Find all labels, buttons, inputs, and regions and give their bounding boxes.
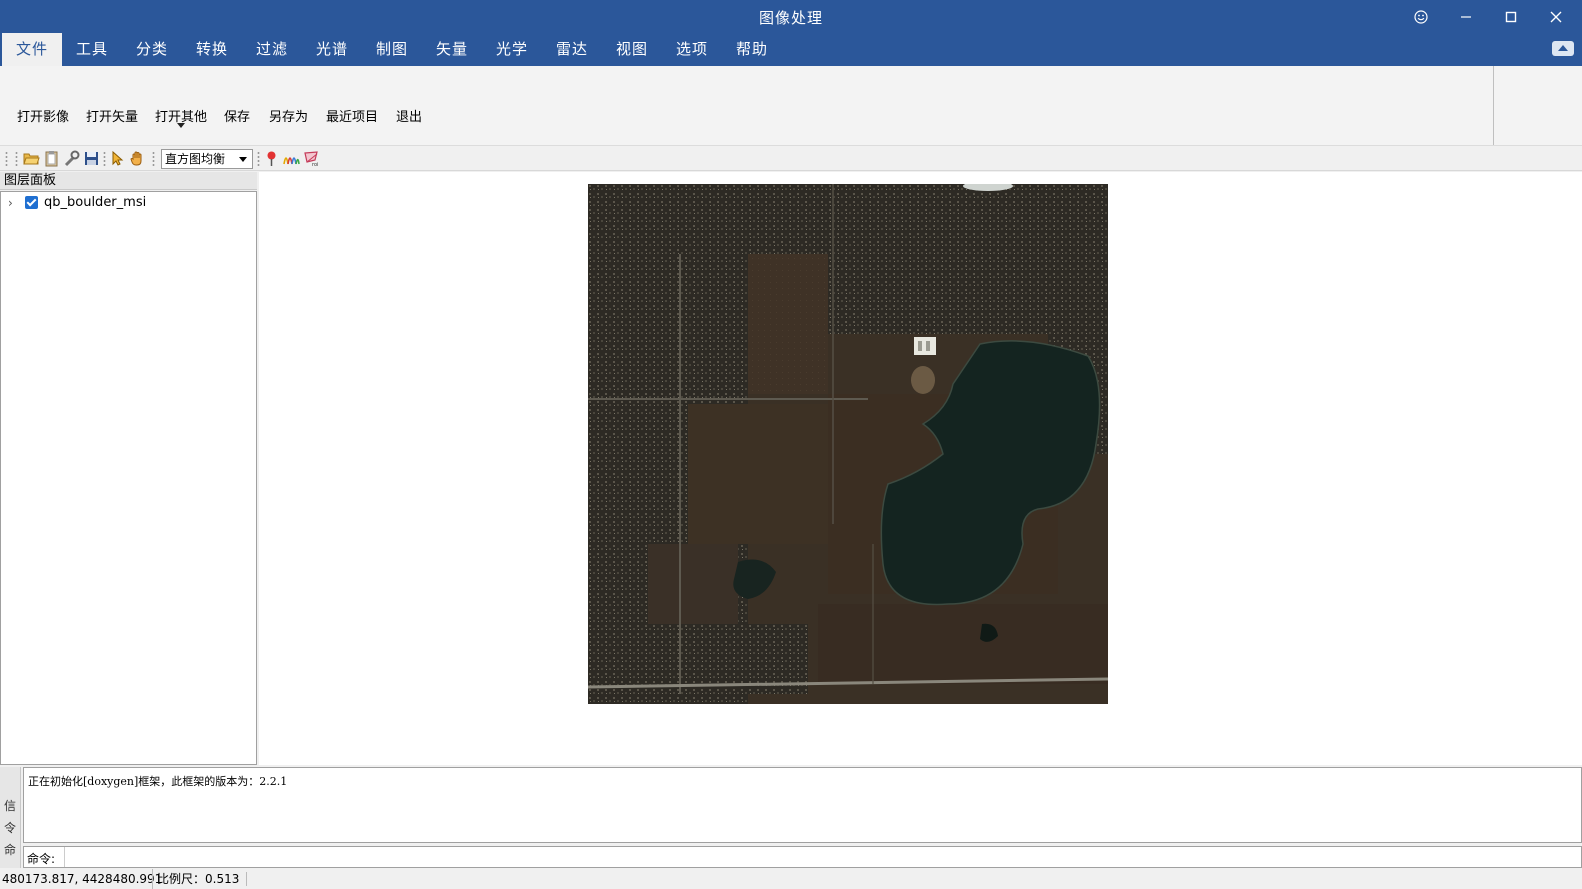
minimize-icon[interactable] bbox=[1443, 0, 1488, 33]
toolbar-grip[interactable] bbox=[257, 151, 260, 167]
toolbar-grip[interactable] bbox=[5, 151, 8, 167]
console-output[interactable]: 正在初始化[doxygen]框架，此框架的版本为：2.2.1 bbox=[23, 767, 1582, 843]
command-input[interactable] bbox=[64, 847, 1579, 867]
console-output-line: 正在初始化[doxygen]框架，此框架的版本为：2.2.1 bbox=[28, 775, 288, 788]
stretch-select[interactable]: 直方图均衡 bbox=[161, 149, 253, 169]
layer-tree: › qb_boulder_msi bbox=[0, 191, 257, 765]
feedback-smiley-icon[interactable] bbox=[1398, 0, 1443, 33]
tab-radar[interactable]: 雷达 bbox=[542, 33, 602, 66]
save-button[interactable]: 保存 bbox=[224, 106, 250, 125]
collapse-ribbon-icon[interactable] bbox=[1552, 41, 1574, 56]
tab-options[interactable]: 选项 bbox=[662, 33, 722, 66]
status-bar: 480173.817, 4428480.991 比例尺：0.513 bbox=[0, 869, 1582, 889]
pointer-icon[interactable] bbox=[109, 150, 126, 167]
command-prompt-label: 命令: bbox=[27, 852, 56, 866]
tab-classify[interactable]: 分类 bbox=[122, 33, 182, 66]
pin-marker-icon[interactable] bbox=[263, 150, 280, 167]
main-toolbar: 直方图均衡 roi bbox=[0, 147, 1582, 171]
window-title: 图像处理 bbox=[758, 9, 823, 27]
ribbon-divider bbox=[1493, 66, 1494, 145]
tab-view[interactable]: 视图 bbox=[602, 33, 662, 66]
menu-tab-bar: 文件 工具 分类 转换 过滤 光谱 制图 矢量 光学 雷达 视图 选项 帮助 bbox=[0, 33, 1582, 66]
hand-pan-icon[interactable] bbox=[129, 150, 146, 167]
svg-text:roi: roi bbox=[312, 162, 318, 167]
save-as-button[interactable]: 另存为 bbox=[269, 106, 308, 125]
toolbar-grip[interactable] bbox=[15, 151, 18, 167]
layer-visibility-checkbox[interactable] bbox=[25, 196, 38, 209]
open-vector-button[interactable]: 打开矢量 bbox=[86, 106, 138, 125]
spectral-profile-icon[interactable] bbox=[283, 150, 300, 167]
open-folder-icon[interactable] bbox=[23, 150, 40, 167]
maximize-icon[interactable] bbox=[1488, 0, 1533, 33]
tab-filter[interactable]: 过滤 bbox=[242, 33, 302, 66]
tab-optics[interactable]: 光学 bbox=[482, 33, 542, 66]
clipboard-icon[interactable] bbox=[43, 150, 60, 167]
scale-readout: 比例尺：0.513 bbox=[152, 869, 239, 889]
status-divider bbox=[246, 872, 247, 886]
command-row: 命令: bbox=[23, 846, 1582, 868]
map-canvas[interactable] bbox=[259, 172, 1582, 765]
exit-button[interactable]: 退出 bbox=[396, 106, 422, 125]
chevron-down-icon bbox=[239, 157, 247, 162]
layer-panel: 图层面板 › qb_boulder_msi bbox=[0, 172, 257, 765]
toolbar-grip[interactable] bbox=[152, 151, 155, 167]
layer-item[interactable]: › qb_boulder_msi bbox=[1, 194, 251, 212]
open-other-button[interactable]: 打开其他 bbox=[155, 106, 207, 128]
command-side-char-2: 令 bbox=[4, 821, 17, 835]
command-side-char-3: 命 bbox=[4, 843, 17, 857]
tab-tools[interactable]: 工具 bbox=[62, 33, 122, 66]
toolbar-grip[interactable] bbox=[103, 151, 106, 167]
command-side-tab[interactable]: 信 令 命 bbox=[0, 767, 21, 868]
tab-transform[interactable]: 转换 bbox=[182, 33, 242, 66]
layer-panel-title: 图层面板 bbox=[0, 172, 257, 190]
close-icon[interactable] bbox=[1533, 0, 1578, 33]
tab-spectral[interactable]: 光谱 bbox=[302, 33, 362, 66]
coordinate-readout: 480173.817, 4428480.991 bbox=[2, 872, 163, 886]
satellite-image[interactable] bbox=[588, 184, 1108, 704]
layer-name: qb_boulder_msi bbox=[44, 195, 147, 210]
command-side-char-1: 信 bbox=[4, 799, 17, 813]
chevron-right-icon[interactable]: › bbox=[8, 196, 13, 210]
chevron-down-icon bbox=[177, 123, 185, 128]
tab-mapping[interactable]: 制图 bbox=[362, 33, 422, 66]
tab-file[interactable]: 文件 bbox=[2, 33, 62, 66]
wrench-icon[interactable] bbox=[63, 150, 80, 167]
tab-help[interactable]: 帮助 bbox=[722, 33, 782, 66]
title-bar: 图像处理 bbox=[0, 0, 1582, 33]
save-disk-icon[interactable] bbox=[83, 150, 100, 167]
stretch-select-value: 直方图均衡 bbox=[165, 152, 226, 166]
recent-items-button[interactable]: 最近项目 bbox=[326, 106, 378, 125]
roi-icon[interactable]: roi bbox=[303, 150, 320, 168]
open-image-button[interactable]: 打开影像 bbox=[17, 106, 69, 125]
tab-vector[interactable]: 矢量 bbox=[422, 33, 482, 66]
ribbon-panel: 打开影像 打开矢量 打开其他 保存 另存为 最近项目 退出 bbox=[0, 66, 1582, 146]
